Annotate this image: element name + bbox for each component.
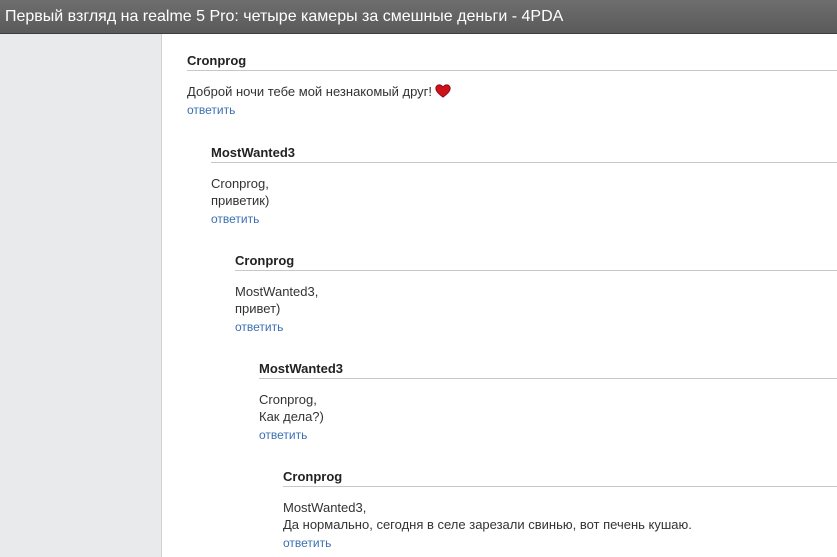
comment-line: Как дела?) [259,409,324,424]
comment: Cronprog Доброй ночи тебе мой незнакомый… [187,53,837,119]
comment: Cronprog MostWanted3, привет) ответить [235,253,837,336]
reply-link[interactable]: ответить [211,212,259,227]
reply-link[interactable]: ответить [235,320,283,335]
comment: MostWanted3 Cronprog, приветик) ответить [211,145,837,228]
comment: MostWanted3 Cronprog, Как дела?) ответит… [259,361,837,444]
reply-link[interactable]: ответить [187,103,235,118]
reply-link[interactable]: ответить [259,428,307,443]
comment-line: Cronprog, [259,392,317,407]
left-sidebar [0,34,162,557]
comment-text: Cronprog, Как дела?) [259,391,837,425]
comment-text: Cronprog, приветик) [211,175,837,209]
comment-text: MostWanted3, Да нормально, сегодня в сел… [283,499,837,533]
comment-line: Доброй ночи тебе мой незнакомый друг! [187,84,433,99]
comment-line: привет) [235,301,281,316]
comments-thread: Cronprog Доброй ночи тебе мой незнакомый… [163,34,837,557]
comment-line: Да нормально, сегодня в селе зарезали св… [283,517,692,532]
window-title: Первый взгляд на realme 5 Pro: четыре ка… [5,8,564,25]
comment-line: MostWanted3, [283,500,367,515]
comment-author[interactable]: Cronprog [283,469,837,487]
comment-text: Доброй ночи тебе мой незнакомый друг! [187,83,837,100]
comment-author[interactable]: MostWanted3 [211,145,837,163]
reply-link[interactable]: ответить [283,536,331,551]
comment: Cronprog MostWanted3, Да нормально, сего… [283,469,837,552]
window-title-bar: Первый взгляд на realme 5 Pro: четыре ка… [0,0,837,34]
comment-author[interactable]: Cronprog [235,253,837,271]
comment-line: Cronprog, [211,176,269,191]
comment-line: приветик) [211,193,270,208]
comment-line: MostWanted3, [235,284,319,299]
comment-author[interactable]: Cronprog [187,53,837,71]
comment-text: MostWanted3, привет) [235,283,837,317]
heart-icon [435,84,451,98]
comment-author[interactable]: MostWanted3 [259,361,837,379]
